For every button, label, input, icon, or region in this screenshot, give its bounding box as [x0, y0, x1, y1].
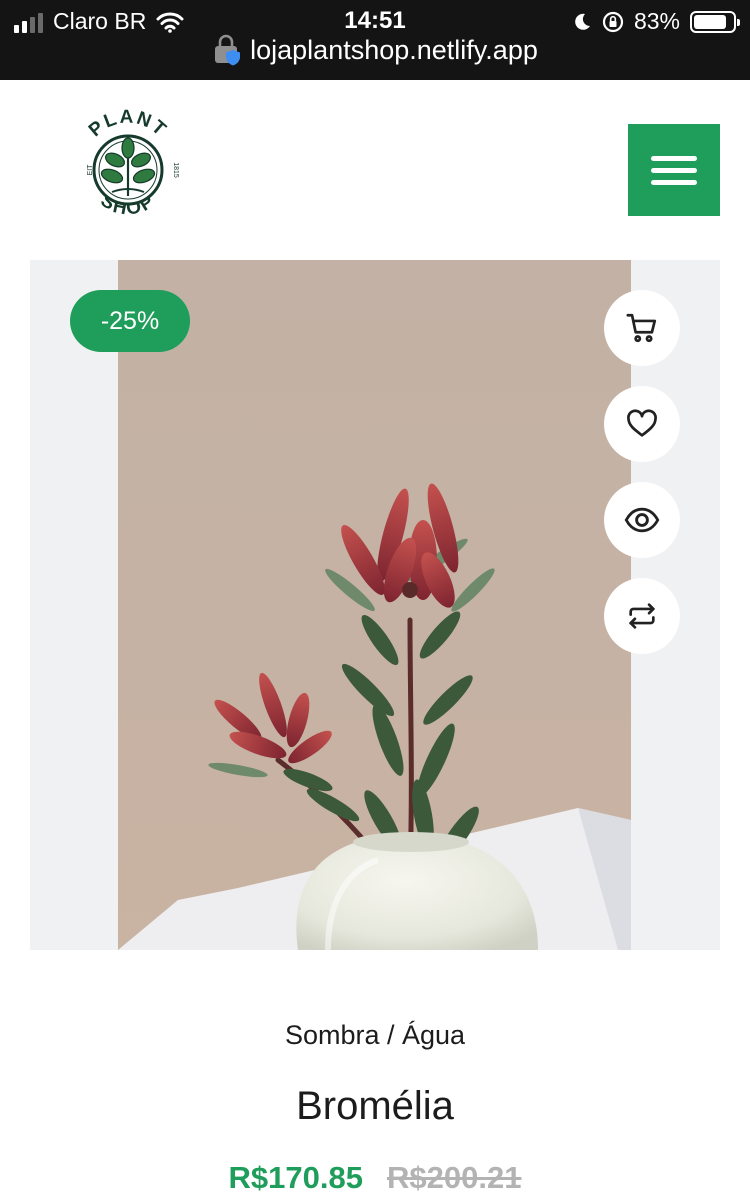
quick-view-button[interactable] [604, 482, 680, 558]
product-category[interactable]: Sombra / Água [0, 1020, 750, 1051]
heart-icon [627, 409, 657, 437]
battery-icon [690, 10, 740, 33]
url-bar[interactable]: lojaplantshop.netlify.app [0, 34, 750, 66]
discount-badge: -25% [70, 290, 190, 352]
product-card[interactable]: -25% [30, 260, 720, 950]
logo-right-text: 1815 [172, 162, 179, 178]
hamburger-line [651, 167, 697, 173]
compare-button[interactable] [604, 578, 680, 654]
status-bar: Claro BR 14:51 83% lojaplantshop.netlify… [0, 0, 750, 80]
product-image[interactable] [118, 260, 631, 950]
moon-icon [575, 13, 590, 30]
battery-percent: 83% [633, 8, 680, 34]
hamburger-line [651, 179, 697, 185]
current-price: R$170.85 [228, 1160, 363, 1195]
hamburger-icon [651, 155, 697, 161]
old-price: R$200.21 [387, 1160, 522, 1195]
lock-shield-icon [215, 34, 241, 66]
status-right: 83% [572, 8, 740, 35]
wishlist-button[interactable] [604, 386, 680, 462]
eye-icon [624, 507, 660, 533]
cart-icon [626, 313, 657, 343]
compare-icon [629, 603, 655, 629]
menu-button[interactable] [628, 124, 720, 216]
add-to-cart-button[interactable] [604, 290, 680, 366]
price-row: R$170.85 R$200.21 [0, 1160, 750, 1196]
orientation-lock-icon [602, 11, 624, 32]
plant-shop-logo[interactable]: PLANT SHOP EIT 1815 [72, 108, 184, 228]
url-text: lojaplantshop.netlify.app [250, 34, 538, 65]
plant-photo [118, 260, 631, 950]
product-name[interactable]: Bromélia [0, 1084, 750, 1129]
